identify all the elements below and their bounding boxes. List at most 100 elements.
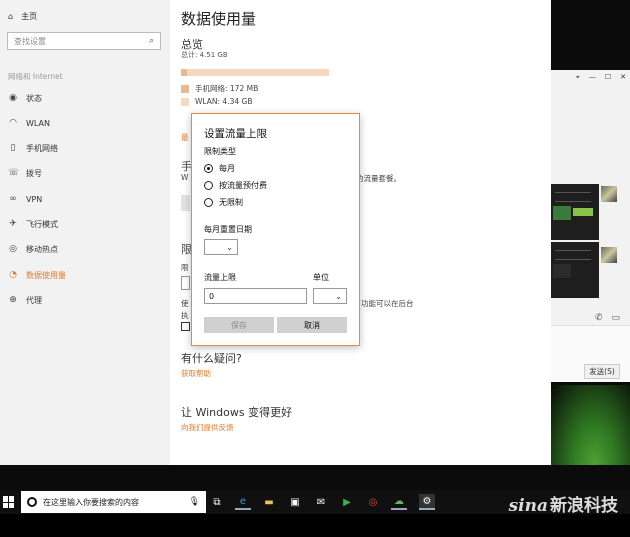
sidebar-item-data-usage[interactable]: ◔ 数据使用量 — [8, 268, 66, 282]
watermark-text: 新浪科技 — [550, 496, 618, 516]
taskbar-search-input[interactable] — [42, 497, 183, 507]
legend-swatch — [181, 97, 189, 106]
store-icon[interactable]: ▣ — [287, 494, 303, 510]
wallpaper-hill — [551, 385, 630, 465]
legend-label: WLAN: 4.34 GB — [195, 97, 253, 106]
legend-wlan: WLAN: 4.34 GB — [181, 97, 252, 106]
chat-window: ⌖ — ☐ ✕ ✆ ▭ 发送(S) — [551, 70, 630, 382]
cancel-button[interactable]: 取消 — [277, 317, 347, 333]
dialog-title: 设置流量上限 — [204, 128, 267, 140]
cellular-icon: ▯ — [10, 143, 16, 153]
radio-label: 无限制 — [219, 198, 243, 207]
improve-heading: 让 Windows 变得更好 — [181, 406, 293, 419]
sidebar-home[interactable]: ⌂ 主页 — [8, 11, 37, 22]
radio-monthly[interactable]: 每月 — [204, 163, 235, 174]
partial-text: 执 — [181, 311, 189, 320]
unit-label: 单位 — [313, 273, 329, 282]
radio-prepaid[interactable]: 按流量预付费 — [204, 180, 267, 191]
legend-cellular: 手机网络: 172 MB — [181, 83, 258, 94]
chat-input-area[interactable]: 发送(S) — [551, 325, 630, 382]
airplane-icon: ✈ — [9, 219, 17, 229]
minimize-icon[interactable]: — — [589, 73, 596, 81]
cortana-icon[interactable] — [27, 497, 37, 507]
video-icon[interactable]: ▭ — [612, 313, 621, 323]
edge-icon[interactable]: e — [235, 494, 251, 510]
usage-bar — [181, 69, 329, 76]
radio-button[interactable] — [204, 164, 213, 173]
sidebar-item-dialup[interactable]: ☏ 拨号 — [8, 166, 42, 180]
hotspot-icon: ◎ — [9, 244, 17, 254]
taskbar-search[interactable]: 🎙 — [21, 491, 206, 513]
reset-date-select[interactable]: ⌄ — [204, 239, 238, 255]
sidebar-item-airplane[interactable]: ✈ 飞行模式 — [8, 217, 58, 231]
partial-text: W — [181, 173, 189, 182]
sidebar-item-hotspot[interactable]: ◎ 移动热点 — [8, 242, 58, 256]
usage-bar-cellular — [181, 69, 187, 76]
task-view-icon[interactable]: ⧉ — [209, 494, 225, 510]
help-link[interactable]: 获取帮助 — [181, 368, 211, 379]
limit-label: 流量上限 — [204, 273, 236, 282]
sidebar: ⌂ 主页 ⌕ 网络和 Internet ◉ 状态 ◠ WLAN ▯ 手机网络 ☏… — [0, 0, 170, 465]
partial-checkbox[interactable] — [181, 322, 190, 331]
sidebar-item-cellular[interactable]: ▯ 手机网络 — [8, 141, 58, 155]
phone-icon[interactable]: ✆ — [595, 313, 603, 323]
sidebar-item-label: 移动热点 — [26, 244, 58, 254]
sidebar-item-wlan[interactable]: ◠ WLAN — [8, 116, 50, 130]
microphone-icon[interactable]: 🎙 — [189, 497, 200, 507]
file-explorer-icon[interactable]: ▬ — [261, 494, 277, 510]
sidebar-item-label: 状态 — [26, 93, 42, 103]
feedback-link[interactable]: 向我们提供反馈 — [181, 422, 234, 433]
save-button[interactable]: 保存 — [204, 317, 274, 333]
settings-gear-icon[interactable]: ⚙ — [419, 494, 435, 510]
mail-icon[interactable]: ✉ — [313, 494, 329, 510]
limit-field[interactable] — [204, 288, 307, 304]
sidebar-item-vpn[interactable]: ∞ VPN — [8, 192, 42, 206]
avatar[interactable] — [601, 247, 617, 263]
sidebar-item-label: 代理 — [26, 295, 42, 305]
sidebar-item-proxy[interactable]: ⊕ 代理 — [8, 293, 42, 307]
sidebar-item-label: 数据使用量 — [26, 270, 66, 280]
close-icon[interactable]: ✕ — [620, 73, 626, 81]
chat-call-icons: ✆ ▭ — [595, 313, 620, 323]
partial-text: 使 — [181, 299, 189, 308]
radio-label: 按流量预付费 — [219, 181, 267, 190]
chat-image-2[interactable] — [551, 242, 599, 298]
limit-type-label: 限制类型 — [204, 147, 236, 156]
radio-unlimited[interactable]: 无限制 — [204, 197, 243, 208]
media-player-icon[interactable]: ▶ — [339, 494, 355, 510]
home-label: 主页 — [21, 12, 38, 21]
chat-image-1[interactable] — [551, 184, 599, 240]
search-icon[interactable]: ⌕ — [149, 36, 154, 46]
radio-label: 每月 — [219, 164, 235, 173]
chrome-icon[interactable]: ◎ — [365, 494, 381, 510]
limit-input[interactable] — [205, 289, 306, 303]
search-input[interactable] — [14, 36, 134, 46]
partial-field[interactable] — [181, 276, 190, 290]
questions-heading: 有什么疑问? — [181, 352, 242, 365]
sidebar-item-label: 手机网络 — [26, 143, 58, 153]
pin-icon[interactable]: ⌖ — [576, 73, 580, 82]
avatar[interactable] — [601, 186, 617, 202]
sina-watermark: sina 新浪科技 — [509, 491, 618, 516]
reset-date-label: 每月重置日期 — [204, 225, 252, 234]
sidebar-item-label: 飞行模式 — [26, 219, 58, 229]
globe-icon: ⊕ — [9, 295, 17, 305]
dialup-icon: ☏ — [8, 168, 20, 178]
partial-link[interactable]: 最 — [181, 132, 189, 143]
partial-button[interactable] — [181, 195, 190, 211]
section-heading: 网络和 Internet — [8, 72, 63, 81]
windows-start-icon[interactable] — [3, 496, 15, 508]
unit-select[interactable]: ⌄ — [313, 288, 347, 304]
radio-button[interactable] — [204, 181, 213, 190]
send-button[interactable]: 发送(S) — [584, 364, 620, 379]
legend-label: 手机网络: 172 MB — [195, 84, 259, 93]
vpn-icon: ∞ — [9, 194, 17, 204]
globe-icon: ◉ — [9, 93, 17, 103]
wechat-icon[interactable]: ☁ — [391, 494, 407, 510]
sidebar-item-status[interactable]: ◉ 状态 — [8, 91, 42, 105]
sidebar-item-label: 拨号 — [26, 168, 42, 178]
maximize-icon[interactable]: ☐ — [605, 73, 611, 81]
settings-search[interactable]: ⌕ — [7, 32, 161, 50]
watermark-brand: sina — [508, 496, 548, 516]
radio-button[interactable] — [204, 198, 213, 207]
